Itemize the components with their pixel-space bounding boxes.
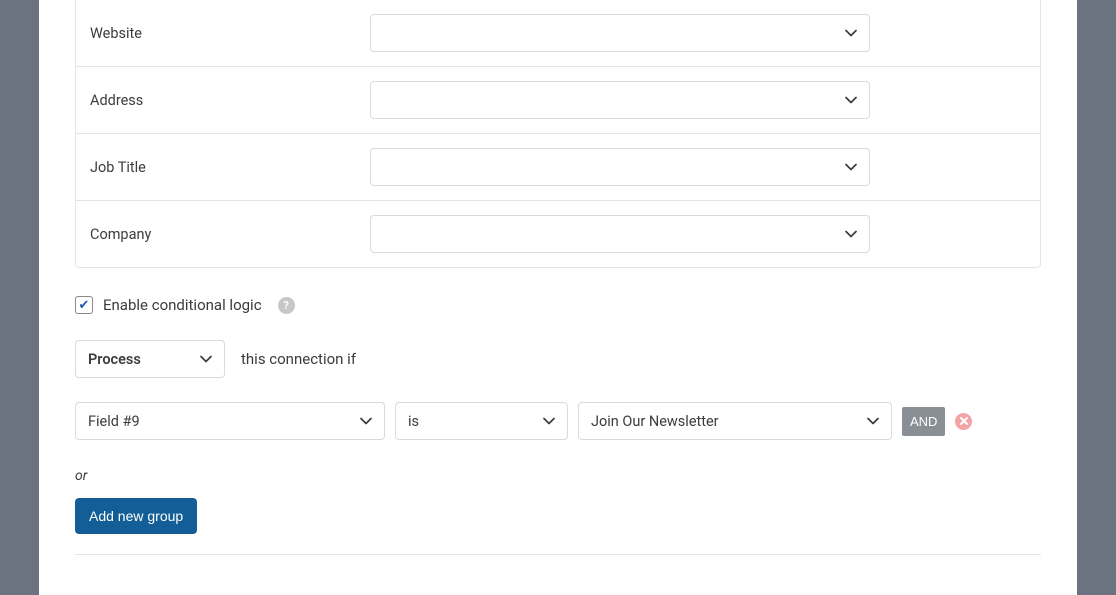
row-label: Website (90, 25, 370, 42)
chevron-down-icon (845, 230, 857, 238)
row-label: Job Title (90, 159, 370, 176)
chevron-down-icon (845, 29, 857, 37)
add-new-group-button[interactable]: Add new group (75, 498, 197, 534)
condition-value-select[interactable]: Join Our Newsletter (578, 402, 892, 440)
chevron-down-icon (867, 417, 879, 425)
condition-operator-value: is (408, 413, 419, 430)
and-button[interactable]: AND (902, 407, 945, 436)
chevron-down-icon (845, 163, 857, 171)
chevron-down-icon (200, 355, 212, 363)
checkbox-row: ✔ Enable conditional logic ? (75, 296, 1041, 314)
form-row-website: Website (76, 0, 1040, 67)
website-select[interactable] (370, 14, 870, 52)
condition-field-select[interactable]: Field #9 (75, 402, 385, 440)
section-divider (75, 554, 1041, 555)
checkbox-label: Enable conditional logic (103, 296, 262, 314)
chevron-down-icon (845, 96, 857, 104)
form-row-company: Company (76, 201, 1040, 267)
form-rows-container: Website Address Job Title (75, 0, 1041, 268)
form-row-address: Address (76, 67, 1040, 134)
chevron-down-icon (543, 417, 555, 425)
process-select-label: Process (88, 351, 141, 368)
condition-field-value: Field #9 (88, 413, 140, 430)
process-select[interactable]: Process (75, 340, 225, 378)
job-title-select[interactable] (370, 148, 870, 186)
conditional-logic-section: ✔ Enable conditional logic ? Process thi… (75, 296, 1041, 534)
enable-conditional-checkbox[interactable]: ✔ (75, 296, 93, 314)
condition-rule-row: Field #9 is Join Our Newsletter AND (75, 402, 1041, 440)
address-select[interactable] (370, 81, 870, 119)
condition-value-value: Join Our Newsletter (591, 413, 719, 430)
connection-text: this connection if (241, 350, 356, 368)
check-icon: ✔ (79, 299, 90, 312)
row-label: Address (90, 92, 370, 109)
form-row-job-title: Job Title (76, 134, 1040, 201)
delete-rule-icon[interactable] (955, 413, 972, 430)
row-label: Company (90, 226, 370, 243)
main-panel: Website Address Job Title (39, 0, 1077, 595)
or-label: or (75, 468, 1041, 484)
help-icon[interactable]: ? (278, 297, 295, 314)
condition-operator-select[interactable]: is (395, 402, 568, 440)
company-select[interactable] (370, 215, 870, 253)
process-row: Process this connection if (75, 340, 1041, 378)
chevron-down-icon (360, 417, 372, 425)
